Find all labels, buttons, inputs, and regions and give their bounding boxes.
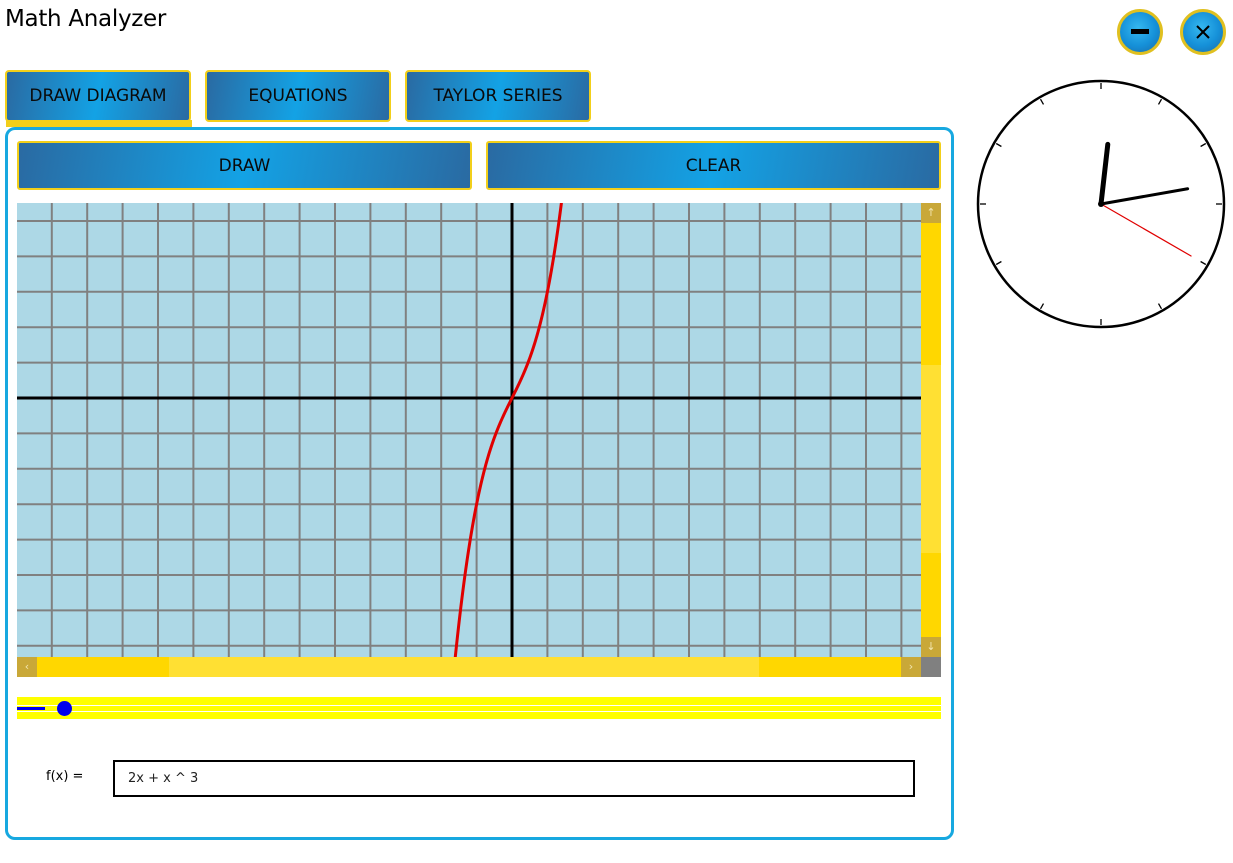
tab-draw-diagram[interactable]: DRAW DIAGRAM: [5, 70, 191, 122]
graph-background: [17, 203, 921, 657]
function-label: f(x) =: [46, 769, 84, 784]
clear-button-label: CLEAR: [685, 155, 742, 176]
slider-line: [17, 705, 941, 706]
arrow-left-icon[interactable]: ‹: [17, 657, 37, 677]
clear-button[interactable]: CLEAR: [486, 141, 941, 190]
draw-button[interactable]: DRAW: [17, 141, 472, 190]
vertical-scrollbar[interactable]: ↑ ↓: [921, 203, 941, 657]
slider-line: [17, 711, 941, 712]
horizontal-scrollbar[interactable]: ‹ ›: [17, 657, 921, 677]
slider-fill: [17, 707, 45, 710]
draw-button-label: DRAW: [218, 155, 271, 176]
zoom-slider[interactable]: [17, 697, 941, 719]
tab-label: TAYLOR SERIES: [433, 86, 563, 106]
scrollbar-corner: [921, 657, 941, 677]
horizontal-scroll-thumb[interactable]: [169, 657, 759, 677]
tab-equations[interactable]: EQUATIONS: [205, 70, 391, 122]
arrow-right-icon[interactable]: ›: [901, 657, 921, 677]
slider-thumb[interactable]: [57, 701, 73, 716]
minus-icon: [1131, 29, 1149, 34]
clock-center: [1098, 201, 1104, 207]
analog-clock: [976, 79, 1226, 329]
graph-canvas[interactable]: [17, 203, 921, 657]
arrow-up-icon[interactable]: ↑: [921, 203, 941, 223]
tab-label: DRAW DIAGRAM: [29, 86, 167, 106]
selected-tab-indicator: [6, 120, 192, 127]
app-title: Math Analyzer: [5, 6, 167, 32]
close-x-icon: [1196, 25, 1210, 39]
tab-taylor-series[interactable]: TAYLOR SERIES: [405, 70, 591, 122]
function-input[interactable]: [113, 760, 915, 797]
vertical-scroll-thumb[interactable]: [921, 365, 941, 553]
minimize-button[interactable]: [1117, 9, 1163, 55]
arrow-down-icon[interactable]: ↓: [921, 637, 941, 657]
close-button[interactable]: [1180, 9, 1226, 55]
tab-label: EQUATIONS: [248, 86, 348, 106]
